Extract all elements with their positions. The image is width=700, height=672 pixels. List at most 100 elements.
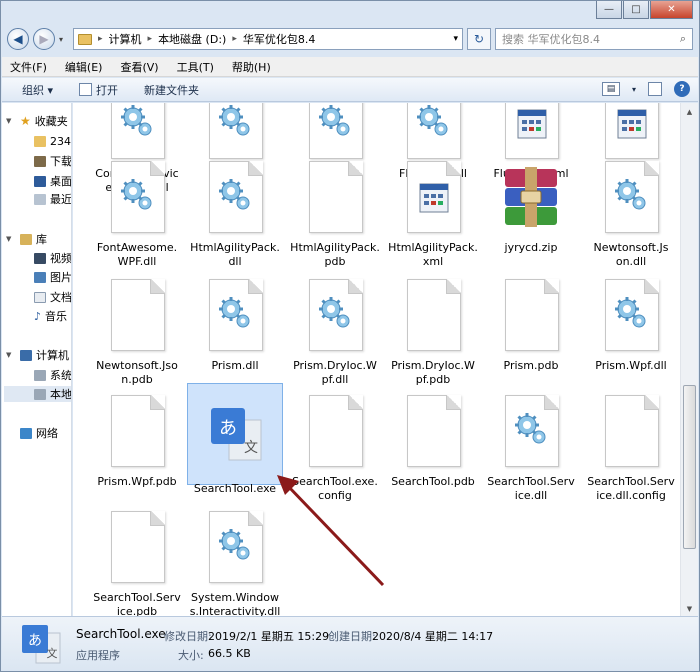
refresh-button[interactable]: ↻ (467, 28, 491, 50)
computer-icon (20, 349, 32, 361)
file-item[interactable]: HtmlAgilityPack. dll (187, 161, 283, 269)
xml-file-icon (403, 161, 463, 237)
details-size-label: 大小: (178, 649, 204, 662)
dll-gear-icon (305, 279, 365, 355)
file-item[interactable]: Newtonsoft.Jso n.pdb (89, 279, 185, 387)
nav-library[interactable]: ▼ 库 (6, 231, 47, 247)
collapse-icon[interactable]: ▼ (6, 235, 16, 243)
minimize-button[interactable]: — (596, 1, 622, 19)
file-item[interactable]: SearchTool.Serv ice.dll (483, 395, 579, 503)
nav-fav-downloads[interactable]: 下载 (34, 153, 71, 169)
file-item[interactable]: System.Window s.Interactivity.dll (187, 511, 283, 617)
nav-library-label: 库 (36, 233, 47, 246)
file-item[interactable]: Prism.DryIoc.W pf.pdb (385, 279, 481, 387)
breadcrumb-folder[interactable]: 华军优化包8.4 (243, 31, 316, 47)
details-size-value: 66.5 KB (208, 647, 251, 660)
nav-favorites[interactable]: ▼ ★ 收藏夹 (6, 113, 68, 129)
close-button[interactable]: ✕ (650, 1, 693, 19)
file-name: FontAwesome. WPF.dll (96, 241, 178, 268)
collapse-icon[interactable]: ▼ (6, 351, 16, 359)
search-icon: ⌕ (679, 32, 686, 45)
file-item[interactable]: SearchTool.Serv ice.pdb (89, 511, 185, 617)
menu-file[interactable]: 文件(F) (10, 59, 47, 75)
scroll-up-icon[interactable]: ▲ (681, 103, 698, 120)
address-bar[interactable]: ▸ 计算机 ▸ 本地磁盘 (D:) ▸ 华军优化包8.4 ▾ (73, 28, 463, 50)
breadcrumb-drive[interactable]: 本地磁盘 (D:) (158, 31, 226, 47)
file-item[interactable]: あ文 SearchTool.exe (187, 383, 283, 495)
nav-lib-videos[interactable]: 视频 (34, 250, 71, 266)
details-created-value: 2020/8/4 星期二 14:17 (372, 630, 494, 643)
recent-pages-dropdown[interactable]: ▾ (59, 35, 69, 44)
nav-network-label: 网络 (36, 427, 58, 440)
nav-lib-documents[interactable]: 文档 (34, 289, 71, 305)
dll-gear-icon (205, 279, 265, 355)
preview-pane-icon[interactable] (648, 82, 662, 96)
file-name: Prism.dll (211, 359, 259, 372)
nav-fav-recent[interactable]: 最近 (34, 191, 72, 207)
breadcrumb-computer[interactable]: 计算机 (109, 31, 142, 47)
file-item[interactable]: SearchTool.exe. config (287, 395, 383, 503)
nav-comp-system[interactable]: 系统 (34, 367, 71, 383)
scroll-down-icon[interactable]: ▼ (681, 600, 698, 617)
command-toolbar: 组织 ▾ 打开 新建文件夹 ▤ ▾ ? (2, 78, 698, 102)
xml-file-icon (601, 103, 661, 163)
address-dropdown[interactable]: ▾ (453, 34, 458, 44)
breadcrumb-separator[interactable]: ▸ (98, 34, 103, 44)
menu-view[interactable]: 查看(V) (120, 59, 158, 75)
scroll-thumb[interactable] (683, 385, 696, 549)
blank-file-icon (601, 395, 661, 471)
nav-network[interactable]: 网络 (6, 425, 58, 441)
file-item[interactable]: Newtonsoft.Js on.dll (583, 161, 679, 269)
collapse-icon[interactable]: ▼ (6, 117, 16, 125)
new-folder-button[interactable]: 新建文件夹 (144, 82, 199, 98)
nav-item-label: 最近 (50, 193, 72, 206)
nav-fav-2345[interactable]: 2345 (34, 133, 71, 149)
file-item[interactable]: Prism.DryIoc.W pf.dll (287, 279, 383, 387)
music-icon: ♪ (34, 309, 42, 323)
dll-gear-icon (601, 161, 661, 237)
breadcrumb-separator[interactable]: ▸ (148, 34, 153, 44)
menu-help[interactable]: 帮助(H) (232, 59, 271, 75)
back-button[interactable]: ◀ (7, 28, 29, 50)
dll-gear-icon (107, 103, 167, 163)
file-name: HtmlAgilityPack. xml (388, 241, 478, 268)
file-name: SearchTool.exe (193, 482, 277, 495)
file-item[interactable]: FontAwesome. WPF.dll (89, 161, 185, 269)
file-item[interactable]: Prism.dll (187, 279, 283, 373)
file-item[interactable]: HtmlAgilityPack. xml (385, 161, 481, 269)
file-item[interactable]: jyrycd.zip (483, 161, 579, 255)
forward-button[interactable]: ▶ (33, 28, 55, 50)
file-item[interactable]: SearchTool.pdb (385, 395, 481, 489)
file-item[interactable]: Prism.pdb (483, 279, 579, 373)
file-item[interactable]: Prism.Wpf.pdb (89, 395, 185, 489)
file-name: Newtonsoft.Js on.dll (593, 241, 669, 268)
nav-item-label: 本地 (50, 388, 72, 401)
breadcrumb-separator[interactable]: ▸ (232, 34, 237, 44)
vertical-scrollbar[interactable]: ▲ ▼ (680, 103, 698, 617)
dll-gear-icon (601, 279, 661, 355)
nav-comp-local[interactable]: 本地 (4, 386, 72, 402)
nav-computer[interactable]: ▼ 计算机 (6, 347, 69, 363)
documents-icon (34, 291, 46, 303)
details-modified-value: 2019/2/1 星期五 15:29 (208, 630, 330, 643)
open-button[interactable]: 打开 (79, 82, 118, 98)
details-pane: あ 文 SearchTool.exe 应用程序 修改日期: 2019/2/1 星… (2, 616, 698, 670)
menu-tools[interactable]: 工具(T) (177, 59, 214, 75)
organize-button[interactable]: 组织 ▾ (22, 82, 53, 98)
details-filename: SearchTool.exe (76, 627, 166, 641)
drive-icon (34, 388, 46, 400)
file-item[interactable]: Prism.Wpf.dll (583, 279, 679, 373)
file-item[interactable]: HtmlAgilityPack. pdb (287, 161, 383, 269)
blank-file-icon (403, 279, 463, 355)
view-dropdown[interactable]: ▾ (632, 85, 636, 94)
change-view-icon[interactable]: ▤ (601, 82, 620, 96)
blank-file-icon (305, 161, 365, 237)
nav-lib-music[interactable]: ♪ 音乐 (34, 308, 67, 324)
help-icon[interactable]: ? (674, 81, 690, 97)
file-item[interactable]: SearchTool.Serv ice.dll.config (583, 395, 679, 503)
nav-lib-pictures[interactable]: 图片 (34, 269, 71, 285)
maximize-button[interactable]: □ (623, 1, 649, 19)
menu-edit[interactable]: 编辑(E) (65, 59, 103, 75)
nav-fav-desktop[interactable]: 桌面 (34, 173, 71, 189)
search-input[interactable]: 搜索 华军优化包8.4 ⌕ (495, 28, 693, 50)
